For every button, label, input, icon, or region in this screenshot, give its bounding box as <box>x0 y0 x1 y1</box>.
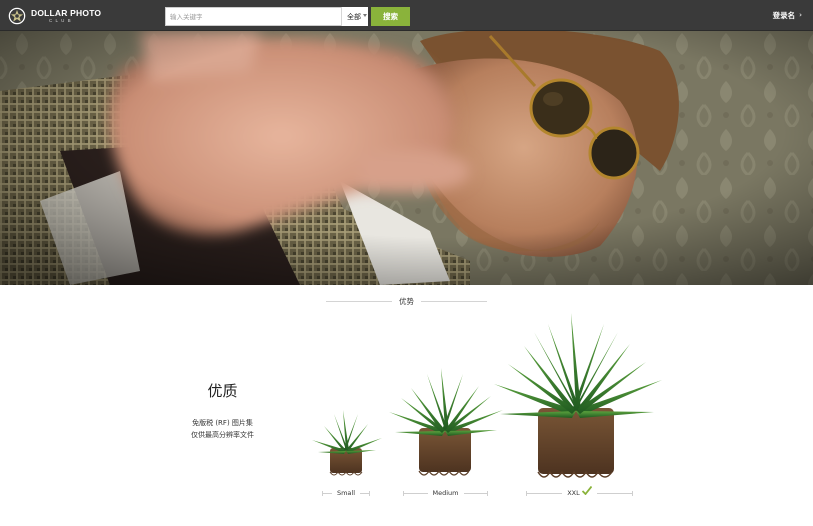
size-label-medium: Medium <box>403 488 488 498</box>
feature-desc-line-2: 仅供最高分辨率文件 <box>191 431 254 439</box>
caret-down-icon <box>363 14 367 17</box>
hero-banner[interactable] <box>0 31 813 285</box>
search-scope-value: 全部 <box>347 12 361 21</box>
top-bar: DOLLAR PHOTO CLUB 全部 搜索 登录名 › <box>0 0 813 31</box>
small-plant-image <box>312 410 382 476</box>
size-label-small: Small <box>322 488 370 498</box>
feature-title: 优质 <box>207 382 238 400</box>
login-link[interactable]: 登录名 › <box>773 8 802 22</box>
logo-tagline: CLUB <box>49 17 74 23</box>
size-small-text: Small <box>336 489 356 497</box>
checkmark-icon <box>581 486 592 495</box>
site-logo[interactable]: DOLLAR PHOTO CLUB <box>8 6 101 26</box>
star-aperture-icon <box>8 7 26 25</box>
size-xxl-text: XXL <box>567 489 580 497</box>
search-input[interactable] <box>165 7 341 26</box>
size-medium-text: Medium <box>432 489 459 497</box>
chevron-right-icon: › <box>799 11 802 19</box>
size-comparison-illustration <box>312 313 662 478</box>
login-label: 登录名 <box>772 10 796 20</box>
search-scope-dropdown[interactable]: 全部 <box>341 7 368 26</box>
size-label-xxl: XXL <box>526 486 634 498</box>
search-button[interactable]: 搜索 <box>371 7 410 26</box>
logo-name: DOLLAR PHOTO <box>31 8 102 18</box>
hero-image <box>0 31 813 285</box>
medium-plant-image <box>389 368 503 476</box>
feature-desc-line-1: 免版税 (RF) 图片集 <box>192 419 253 427</box>
xxl-plant-image <box>494 313 662 478</box>
feature-description: 免版税 (RF) 图片集 仅供最高分辨率文件 <box>170 417 275 441</box>
